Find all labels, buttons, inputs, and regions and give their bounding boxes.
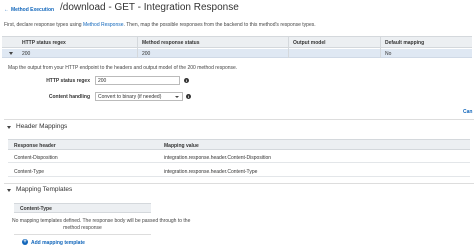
cell-response-header: Content-Disposition (14, 155, 58, 161)
mapping-description: Map the output from your HTTP endpoint t… (8, 65, 238, 71)
intro-text: First, declare response types using Meth… (4, 22, 316, 28)
col-default-mapping: Default mapping (385, 40, 425, 46)
regex-label: HTTP status regex (46, 78, 90, 84)
content-handling-select[interactable]: Convert to binary (if needed) (95, 92, 183, 101)
column-divider (137, 36, 138, 58)
header-mappings-title[interactable]: Header Mappings (16, 123, 67, 130)
mapping-templates-table-header: Content-Type (14, 203, 151, 213)
cell-default-mapping: No (385, 51, 392, 57)
table-row[interactable]: Content-Disposition integration.response… (8, 151, 470, 163)
caret-down-icon[interactable] (7, 126, 11, 129)
table-bottom-border (14, 234, 151, 235)
col-mapping-value: Mapping value (164, 143, 199, 149)
col-http-status-regex: HTTP status regex (22, 40, 66, 46)
no-templates-line-2: method response (63, 225, 102, 231)
intro-text-before: First, declare response types using (4, 22, 83, 28)
table-row[interactable]: 200 200 No (2, 49, 472, 58)
back-link-label: Method Execution (11, 7, 55, 13)
info-icon[interactable]: i (186, 94, 191, 99)
http-status-regex-input[interactable]: 200 (95, 76, 180, 85)
column-divider (380, 36, 381, 58)
add-mapping-template-link[interactable]: Add mapping template (31, 240, 85, 246)
intro-text-after: . Then, map the possible responses from … (123, 22, 316, 28)
table-row[interactable]: Content-Type integration.response.header… (8, 165, 470, 177)
page-title: /download - GET - Integration Response (60, 2, 239, 13)
arrow-left-icon: ← (4, 7, 9, 13)
column-divider (288, 36, 289, 58)
cell-mapping-value: integration.response.header.Content-Disp… (164, 155, 272, 161)
header-mappings-table-header: Response header Mapping value (8, 139, 470, 150)
cell-mapping-value: integration.response.header.Content-Type (164, 169, 258, 175)
cell-status: 200 (142, 51, 151, 57)
caret-down-icon[interactable] (7, 189, 11, 192)
chevron-down-icon (175, 96, 179, 98)
content-handling-label: Content handling (48, 94, 90, 100)
col-response-header: Response header (14, 143, 56, 149)
table-header-row: HTTP status regex Method response status… (2, 36, 472, 48)
plus-circle-icon[interactable]: + (22, 239, 28, 245)
no-templates-line-1: No mapping templates defined. The respon… (12, 218, 191, 224)
caret-down-icon[interactable] (9, 52, 13, 55)
col-output-model: Output model (293, 40, 326, 46)
content-handling-value: Convert to binary (if needed) (98, 94, 162, 100)
cancel-link[interactable]: Can (463, 109, 472, 115)
col-content-type: Content-Type (20, 206, 52, 212)
no-templates-message: No mapping templates defined. The respon… (12, 218, 191, 232)
info-icon[interactable]: i (184, 78, 189, 83)
back-to-method-execution-link[interactable]: ← Method Execution (4, 7, 54, 13)
col-method-response-status: Method response status (142, 40, 200, 46)
section-divider (4, 119, 474, 120)
mapping-templates-title[interactable]: Mapping Templates (16, 186, 72, 193)
section-divider (4, 183, 474, 184)
cell-regex: 200 (22, 51, 31, 57)
cell-response-header: Content-Type (14, 169, 45, 175)
method-response-link[interactable]: Method Response (83, 22, 124, 28)
